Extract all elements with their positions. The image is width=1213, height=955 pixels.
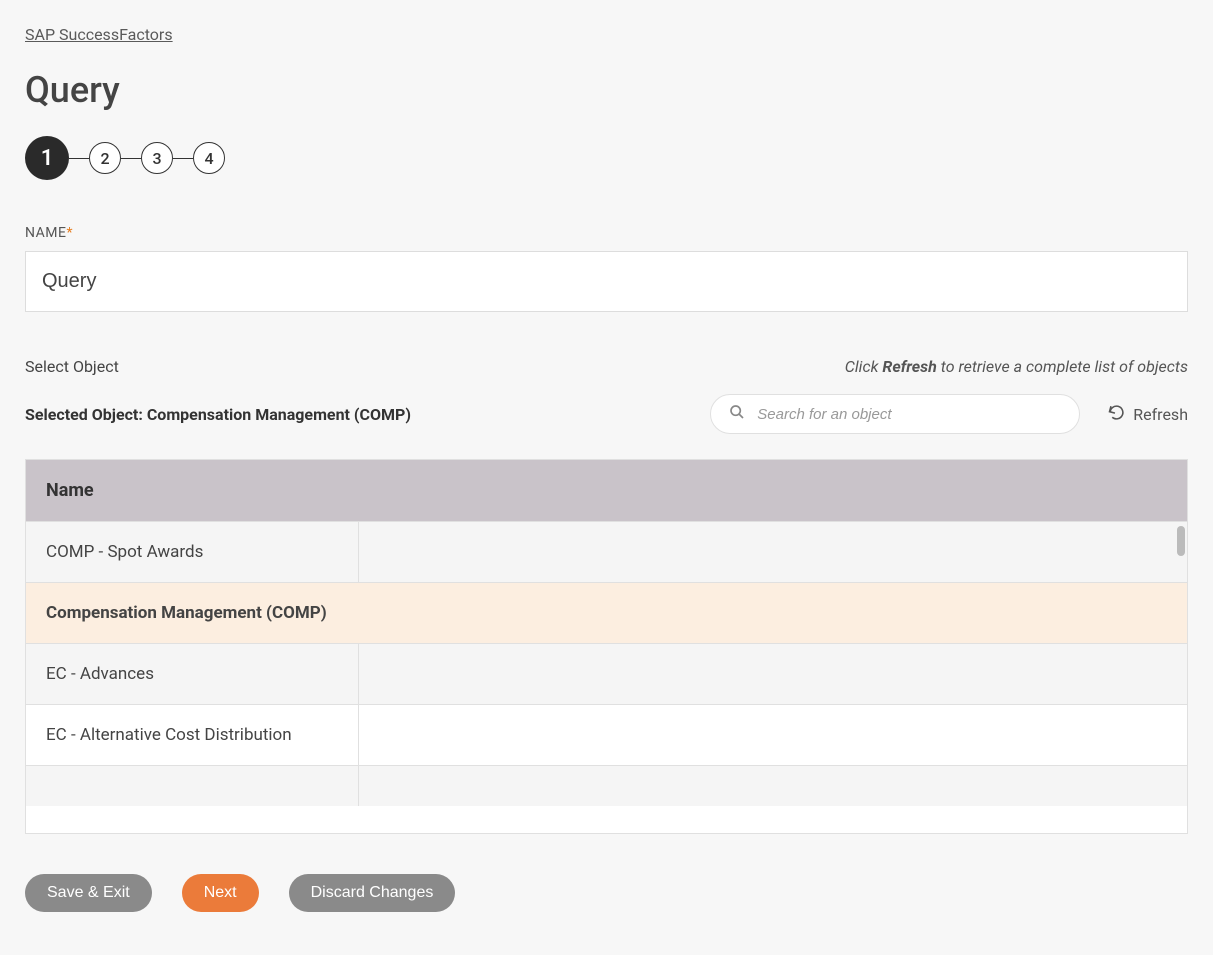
table-cell-empty [359,705,1187,765]
selected-object-label: Selected Object: Compensation Management… [25,405,411,424]
name-label-text: NAME [25,225,66,241]
step-connector [173,158,193,159]
table-cell-empty [359,583,1187,643]
table-cell-name: Compensation Management (COMP) [26,583,359,643]
table-cell-name [26,766,359,806]
select-object-label: Select Object [25,357,119,376]
table-cell-empty [359,766,1187,806]
hint-bold: Refresh [882,357,936,376]
step-4[interactable]: 4 [193,142,225,174]
table-header-name: Name [26,460,1187,522]
step-2[interactable]: 2 [89,142,121,174]
breadcrumb-link[interactable]: SAP SuccessFactors [25,25,173,44]
discard-changes-button[interactable]: Discard Changes [289,874,456,912]
table-row[interactable]: Compensation Management (COMP) [26,583,1187,644]
scrollbar-thumb[interactable] [1177,526,1185,556]
next-button[interactable]: Next [182,874,259,912]
required-marker: * [66,225,73,241]
table-row[interactable]: EC - Advances [26,644,1187,705]
table-cell-empty [359,644,1187,704]
selected-object-value: Compensation Management (COMP) [147,405,411,424]
button-row: Save & Exit Next Discard Changes [25,874,1188,912]
refresh-icon [1108,404,1125,425]
table-row[interactable] [26,766,1187,806]
step-connector [69,158,89,159]
search-icon [729,404,745,424]
object-table: Name COMP - Spot Awards Compensation Man… [25,459,1188,834]
page-title: Query [25,69,1188,111]
search-box[interactable] [710,394,1080,434]
table-body[interactable]: COMP - Spot Awards Compensation Manageme… [26,522,1187,834]
save-exit-button[interactable]: Save & Exit [25,874,152,912]
hint-suffix: to retrieve a complete list of objects [937,357,1188,376]
selected-object-prefix: Selected Object: [25,405,147,424]
name-input[interactable] [25,251,1188,312]
table-row[interactable]: COMP - Spot Awards [26,522,1187,583]
refresh-hint: Click Refresh to retrieve a complete lis… [845,357,1188,376]
table-row[interactable]: EC - Alternative Cost Distribution [26,705,1187,766]
refresh-label: Refresh [1133,405,1188,424]
hint-prefix: Click [845,357,883,376]
table-cell-name: EC - Alternative Cost Distribution [26,705,359,765]
stepper: 1 2 3 4 [25,136,1188,180]
step-1[interactable]: 1 [25,136,69,180]
step-connector [121,158,141,159]
table-cell-name: EC - Advances [26,644,359,704]
refresh-button[interactable]: Refresh [1108,404,1188,425]
step-3[interactable]: 3 [141,142,173,174]
table-cell-name: COMP - Spot Awards [26,522,359,582]
search-input[interactable] [757,406,1061,423]
table-cell-empty [359,522,1187,582]
name-field-label: NAME* [25,225,1188,241]
